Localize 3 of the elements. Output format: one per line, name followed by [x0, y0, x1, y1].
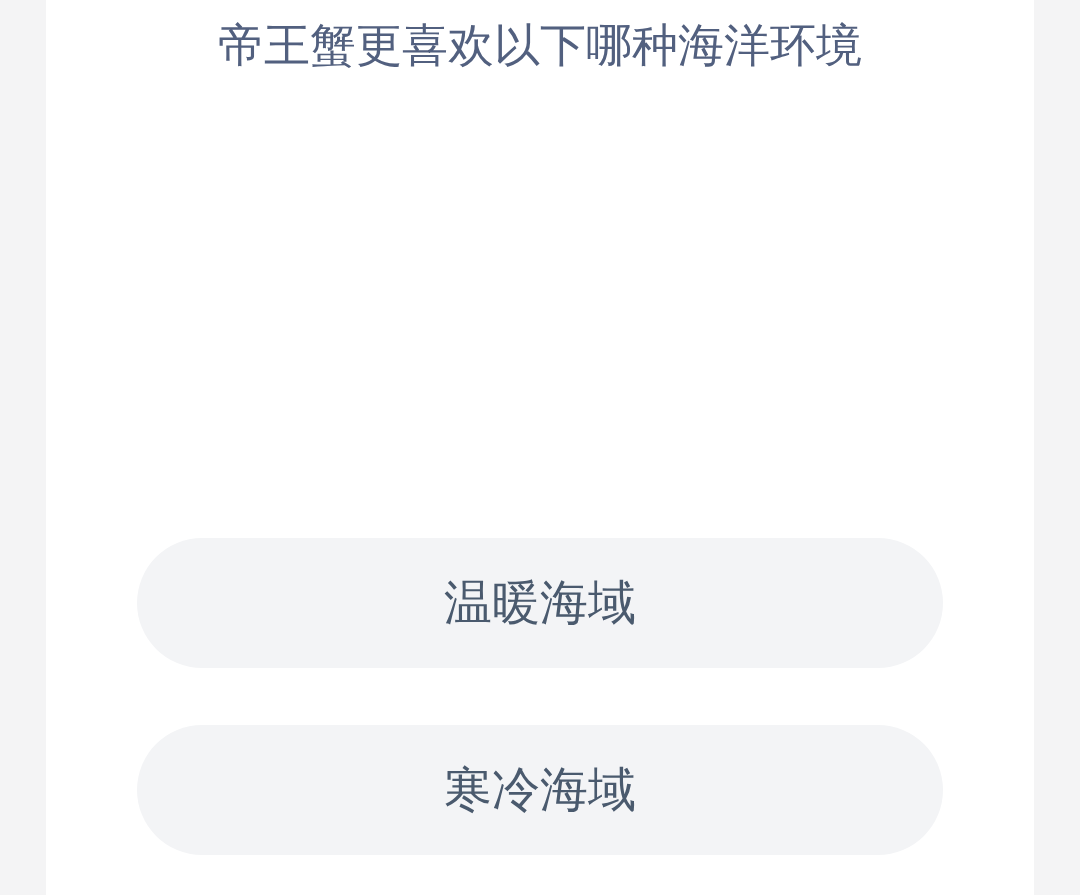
answer-option-button[interactable]: 温暖海域	[137, 538, 943, 668]
answer-option-button[interactable]: 寒冷海域	[137, 725, 943, 855]
question-title: 帝王蟹更喜欢以下哪种海洋环境	[218, 17, 862, 74]
